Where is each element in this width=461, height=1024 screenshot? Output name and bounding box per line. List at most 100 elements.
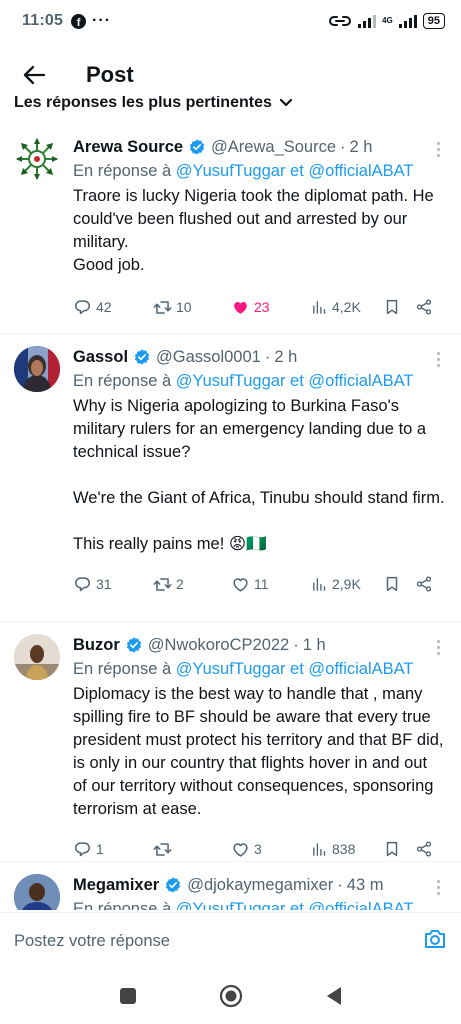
reply-tweet[interactable]: Arewa Source @Arewa_Source · 2 h En répo…: [0, 124, 461, 334]
mention-link[interactable]: @YusufTuggar: [176, 162, 286, 180]
share-icon: [415, 840, 433, 858]
separator: ·: [293, 635, 299, 654]
facebook-notification-icon: f: [71, 13, 87, 29]
more-icon-dot: [437, 148, 440, 151]
retweet-icon: [153, 298, 172, 317]
reply-count: 1: [96, 841, 104, 857]
signal-icon-2: [398, 14, 417, 28]
share-icon: [415, 298, 433, 316]
more-icon-dot: [437, 640, 440, 643]
chevron-down-icon: [279, 99, 292, 107]
share-button[interactable]: [415, 298, 433, 316]
reply-prefix: En réponse à: [73, 372, 172, 390]
author-handle[interactable]: @NwokoroCP2022: [148, 636, 289, 655]
author-handle[interactable]: @djokaymegamixer: [187, 876, 333, 895]
more-options-button[interactable]: [437, 640, 441, 655]
avatar[interactable]: [14, 136, 60, 182]
profile-photo-icon: [14, 634, 60, 680]
mention-link[interactable]: @YusufTuggar: [176, 900, 286, 910]
retweet-icon: [153, 840, 172, 859]
timestamp: 1 h: [302, 635, 326, 654]
camera-icon: [425, 930, 445, 948]
tweet-text: Diplomacy is the best way to handle that…: [73, 685, 449, 818]
separator: ·: [264, 347, 271, 366]
bookmark-button[interactable]: [383, 298, 415, 316]
more-options-button[interactable]: [437, 880, 441, 895]
mention-link[interactable]: @officialABAT: [308, 660, 413, 678]
mention-link[interactable]: @YusufTuggar: [176, 660, 286, 678]
reply-tweet[interactable]: Megamixer @djokaymegamixer · 43 m En rép…: [0, 862, 461, 910]
nav-recents-button[interactable]: [119, 987, 137, 1010]
arewa-logo-icon: [16, 138, 58, 180]
verified-badge-icon: [133, 348, 151, 366]
status-bar: 11:05 f ··· 4G 95: [0, 0, 461, 42]
reply-button[interactable]: 42: [73, 298, 153, 317]
more-icon-dot: [437, 358, 440, 361]
retweet-icon: [153, 575, 172, 594]
views-button[interactable]: 838: [311, 841, 383, 858]
reply-context: En réponse à @YusufTuggar et @officialAB…: [73, 660, 445, 679]
more-notifications-icon: ···: [92, 12, 112, 29]
avatar[interactable]: [14, 634, 60, 680]
author-name[interactable]: Gassol: [73, 348, 128, 367]
author-name[interactable]: Buzor: [73, 636, 120, 655]
like-button[interactable]: 23: [231, 298, 311, 317]
reply-tweet[interactable]: Gassol @Gassol0001 · 2 h En réponse à @Y…: [0, 334, 461, 622]
mention-link[interactable]: @officialABAT: [308, 900, 413, 910]
share-button[interactable]: [415, 575, 433, 593]
bookmark-button[interactable]: [383, 840, 415, 858]
mention-link[interactable]: @officialABAT: [308, 372, 413, 390]
signal-icon-1: [358, 14, 377, 28]
retweet-button[interactable]: 2: [153, 575, 231, 594]
nav-back-button[interactable]: [325, 986, 343, 1011]
reply-tweet[interactable]: Buzor @NwokoroCP2022 · 1 h En réponse à …: [0, 622, 461, 862]
system-nav-bar: [0, 972, 461, 1024]
back-button[interactable]: [2, 52, 66, 98]
author-handle[interactable]: @Gassol0001: [156, 348, 261, 367]
reply-prefix: En réponse à: [73, 900, 172, 910]
author-handle[interactable]: @Arewa_Source: [211, 138, 336, 157]
mention-link[interactable]: @YusufTuggar: [176, 372, 286, 390]
verified-badge-icon: [188, 138, 206, 156]
reply-prefix: En réponse à: [73, 162, 172, 180]
tweet-text: Traore is lucky Nigeria took the diploma…: [73, 187, 434, 274]
more-icon-dot: [437, 880, 440, 883]
view-count: 2,9K: [332, 576, 361, 592]
reply-input[interactable]: Postez votre réponse: [14, 932, 170, 951]
nav-recents-icon: [119, 987, 136, 1004]
author-name[interactable]: Megamixer: [73, 876, 159, 895]
verified-badge-icon: [164, 876, 182, 894]
like-button[interactable]: 11: [231, 575, 311, 594]
reply-button[interactable]: 1: [73, 840, 153, 859]
sort-selector[interactable]: Les réponses les plus pertinentes: [0, 96, 461, 122]
reply-button[interactable]: 31: [73, 575, 153, 594]
views-icon: [311, 576, 328, 593]
views-button[interactable]: 2,9K: [311, 576, 383, 593]
like-button[interactable]: 3: [231, 840, 311, 859]
views-button[interactable]: 4,2K: [311, 299, 383, 316]
avatar[interactable]: [14, 346, 60, 392]
view-count: 838: [332, 841, 356, 857]
mention-link[interactable]: @officialABAT: [308, 162, 413, 180]
bookmark-icon: [383, 840, 401, 858]
views-icon: [311, 299, 328, 316]
avatar[interactable]: [14, 874, 60, 910]
camera-button[interactable]: [423, 928, 447, 955]
like-icon: [231, 298, 250, 317]
retweet-button[interactable]: [153, 840, 231, 859]
bookmark-button[interactable]: [383, 575, 415, 593]
reply-composer[interactable]: Postez votre réponse: [0, 912, 461, 970]
share-button[interactable]: [415, 840, 433, 858]
like-icon: [231, 575, 250, 594]
tweet-actions: 31 2 11 2,9K: [73, 562, 445, 606]
retweet-button[interactable]: 10: [153, 298, 231, 317]
author-name[interactable]: Arewa Source: [73, 138, 183, 157]
retweet-count: 2: [176, 576, 184, 592]
page-title: Post: [86, 62, 134, 87]
nav-home-button[interactable]: [219, 984, 243, 1013]
more-icon-dot: [437, 352, 440, 355]
separator: ·: [337, 875, 343, 894]
more-options-button[interactable]: [437, 142, 441, 157]
more-icon-dot: [437, 154, 440, 157]
more-options-button[interactable]: [437, 352, 441, 367]
